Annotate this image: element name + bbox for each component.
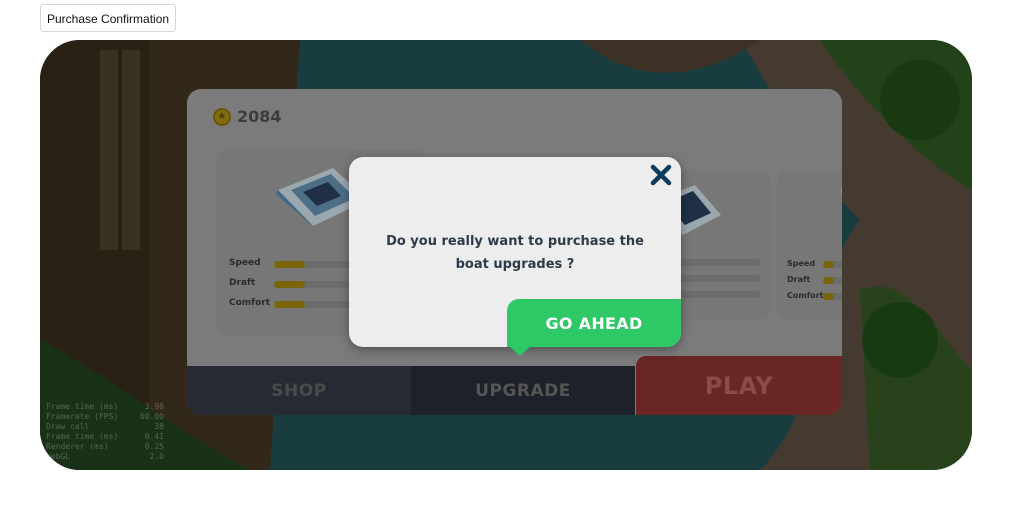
stat-track bbox=[673, 259, 761, 266]
debug-value: 0.25 bbox=[144, 442, 164, 451]
coin-count: 2084 bbox=[237, 107, 282, 126]
stat-fill bbox=[274, 261, 305, 268]
debug-value: 2.0 bbox=[149, 452, 164, 461]
stat-draft: Draft bbox=[787, 275, 810, 284]
stat-label: Draft bbox=[229, 278, 256, 288]
stat-track bbox=[823, 277, 842, 284]
stat-fill bbox=[823, 277, 834, 284]
debug-value: 38 bbox=[154, 422, 164, 431]
stat-label: Draft bbox=[787, 275, 811, 284]
debug-label: Framerate (FPS) bbox=[46, 412, 119, 421]
stat-label: Comfort bbox=[787, 291, 824, 300]
stat-comfort: Comfort bbox=[787, 291, 823, 300]
page-label: Purchase Confirmation bbox=[40, 4, 177, 32]
debug-value: 0.41 bbox=[144, 432, 164, 441]
stat-comfort: Comfort bbox=[229, 298, 270, 308]
tab-shop[interactable]: SHOP bbox=[187, 366, 411, 415]
stat-fill bbox=[823, 293, 834, 300]
coin-icon: ★ bbox=[213, 107, 231, 126]
debug-value: 3.98 bbox=[144, 402, 164, 411]
boat-card[interactable]: Speed Draft Comfort bbox=[777, 171, 842, 319]
debug-label: Draw call bbox=[46, 422, 90, 431]
stat-track bbox=[823, 293, 842, 300]
boat-icon bbox=[841, 188, 842, 197]
stat-fill bbox=[823, 261, 834, 268]
dialog-pointer bbox=[510, 347, 530, 356]
debug-label: Frame time (ms) bbox=[46, 402, 119, 411]
dialog-message: Do you really want to purchase the boat … bbox=[386, 234, 644, 272]
close-icon[interactable] bbox=[649, 163, 673, 187]
coin-balance: ★ 2084 bbox=[213, 107, 282, 126]
debug-stats: Frame time (ms) 3.98 Framerate (FPS) 60.00… bbox=[46, 402, 164, 462]
tab-upgrade[interactable]: UPGRADE bbox=[411, 366, 635, 415]
stat-track bbox=[673, 291, 761, 298]
play-button[interactable]: PLAY bbox=[636, 356, 842, 415]
stat-label: Speed bbox=[229, 258, 261, 268]
debug-label: Renderer (ms) bbox=[46, 442, 109, 451]
stat-track bbox=[673, 275, 761, 282]
stat-fill bbox=[274, 301, 305, 308]
stat-speed: Speed bbox=[229, 258, 261, 268]
go-ahead-button[interactable]: GO AHEAD bbox=[507, 299, 681, 347]
stat-label: Speed bbox=[787, 259, 816, 268]
debug-value: 60.00 bbox=[139, 412, 164, 421]
debug-label: Frame time (ms) bbox=[46, 432, 119, 441]
bottom-tab-bar: SHOP UPGRADE PLAY bbox=[187, 356, 842, 415]
stat-label: Comfort bbox=[229, 298, 271, 308]
game-viewport: Frame time (ms) 3.98 Framerate (FPS) 60.00… bbox=[40, 40, 972, 470]
debug-label: WebGL bbox=[46, 452, 71, 461]
stat-speed: Speed bbox=[787, 259, 815, 268]
stat-fill bbox=[274, 281, 305, 288]
purchase-confirm-dialog: Do you really want to purchase the boat … bbox=[349, 157, 681, 347]
stat-draft: Draft bbox=[229, 278, 255, 288]
stat-track bbox=[823, 261, 842, 268]
